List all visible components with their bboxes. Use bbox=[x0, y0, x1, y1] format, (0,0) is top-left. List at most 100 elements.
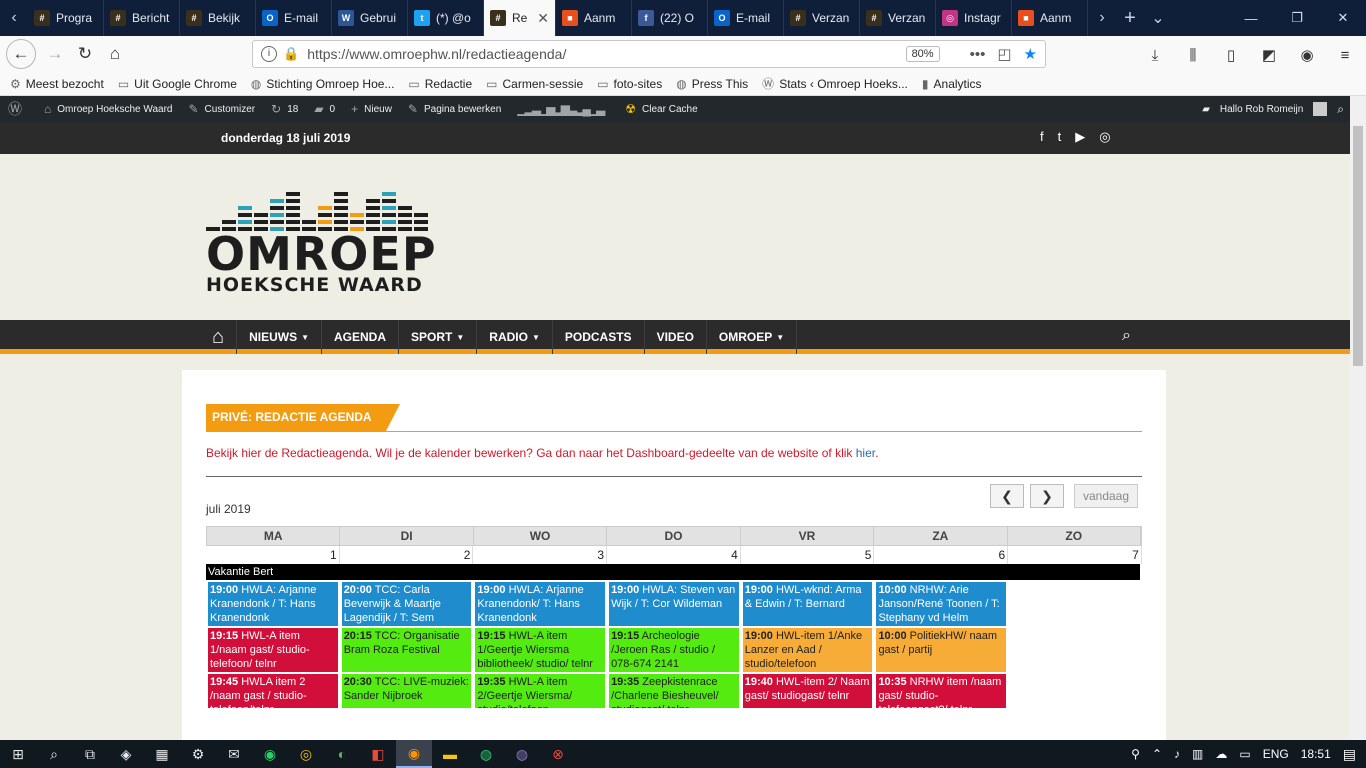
scrollbar-thumb[interactable] bbox=[1353, 126, 1363, 366]
task-view-icon[interactable]: ⧉ bbox=[72, 740, 108, 768]
clock[interactable]: 18:51 bbox=[1301, 747, 1331, 761]
calendar-event[interactable]: 20:30 TCC: LIVE-muziek: Sander Nijbroek bbox=[341, 674, 472, 708]
next-month-button[interactable]: ❯ bbox=[1030, 484, 1064, 508]
instagram-icon[interactable]: ◎ bbox=[1099, 129, 1110, 145]
file-explorer-icon[interactable]: ▬ bbox=[432, 740, 468, 768]
browser-tab[interactable]: # Progra bbox=[28, 0, 104, 36]
new-tab-icon[interactable]: + bbox=[1116, 0, 1144, 36]
app-purple-icon[interactable]: ◍ bbox=[504, 740, 540, 768]
calendar-event[interactable]: 10:00 PolitiekHW/ naam gast / partij bbox=[876, 628, 1007, 672]
bookmark-item[interactable]: ⚙ Meest bezocht bbox=[10, 77, 104, 91]
calendar-app-icon[interactable]: ▦ bbox=[144, 740, 180, 768]
forward-icon[interactable]: → bbox=[40, 39, 70, 69]
info-icon[interactable]: i bbox=[261, 46, 277, 62]
bookmark-item[interactable]: ▭ Carmen-sessie bbox=[486, 77, 583, 91]
nav-item-agenda[interactable]: AGENDA bbox=[322, 320, 400, 354]
calendar-event[interactable]: 19:00 HWLA: Steven van Wijk / T: Cor Wil… bbox=[609, 582, 739, 626]
app-red-icon[interactable]: ◧ bbox=[360, 740, 396, 768]
app-icon[interactable]: ◈ bbox=[108, 740, 144, 768]
wp-stats-sparkline-icon[interactable]: ▁▂▃▁▅▂▆▃▂▄▁▃ bbox=[517, 102, 609, 116]
wp-edit-page-link[interactable]: ✎ Pagina bewerken bbox=[408, 102, 501, 116]
wp-clear-cache-link[interactable]: ☢ Clear Cache bbox=[625, 102, 697, 116]
app-green-icon[interactable]: ◐ bbox=[324, 740, 360, 768]
nav-item-video[interactable]: VIDEO bbox=[645, 320, 707, 354]
nav-item-nieuws[interactable]: NIEUWS ▼ bbox=[237, 320, 323, 354]
calendar-event[interactable]: 19:00 HWL-item 1/Anke Lanzer en Aad / st… bbox=[742, 628, 873, 672]
notification-icon[interactable]: ▰ bbox=[1202, 104, 1210, 115]
wp-comments-link[interactable]: ▰ 0 bbox=[314, 102, 335, 116]
notifications-icon[interactable]: ▤ bbox=[1343, 746, 1356, 763]
calendar-event[interactable]: 19:00 HWLA: Arjanne Kranendonk / T: Hans… bbox=[208, 582, 338, 626]
minimize-icon[interactable]: — bbox=[1228, 0, 1274, 36]
bookmark-item[interactable]: ▭ Uit Google Chrome bbox=[118, 77, 237, 91]
bookmark-item[interactable]: Ⓦ Stats ‹ Omroep Hoeks... bbox=[762, 75, 908, 92]
nav-item-omroep[interactable]: OMROEP ▼ bbox=[707, 320, 798, 354]
calendar-event[interactable]: 20:15 TCC: Organisatie Bram Roza Festiva… bbox=[341, 628, 472, 672]
youtube-icon[interactable]: ▶ bbox=[1075, 129, 1085, 145]
calendar-event[interactable]: 19:40 HWL-item 2/ Naam gast/ studiogast/… bbox=[742, 674, 873, 708]
volume-icon[interactable]: ♪ bbox=[1174, 747, 1180, 761]
bookmark-star-icon[interactable]: ★ bbox=[1024, 45, 1037, 63]
bookmark-item[interactable]: ▮ Analytics bbox=[922, 77, 982, 91]
calendar-banner-event[interactable]: Vakantie Bert bbox=[206, 564, 1140, 580]
calendar-event[interactable]: 20:00 TCC: Carla Beverwijk & Maartje Lag… bbox=[341, 582, 472, 626]
downloads-icon[interactable]: ⤓ bbox=[1140, 40, 1170, 70]
wp-search-icon[interactable]: ⌕ bbox=[1337, 102, 1344, 117]
nav-item-podcasts[interactable]: PODCASTS bbox=[553, 320, 645, 354]
browser-tab[interactable]: O E-mail bbox=[708, 0, 784, 36]
url-text[interactable]: https://www.omroephw.nl/redactieagenda/ bbox=[307, 46, 566, 62]
day-number[interactable]: 2 bbox=[340, 546, 474, 564]
pocket-icon[interactable]: ◰ bbox=[997, 45, 1011, 63]
battery-icon[interactable]: ▭ bbox=[1239, 747, 1250, 761]
browser-tab[interactable]: ■ Aanm bbox=[1012, 0, 1088, 36]
browser-tab[interactable]: # Bekijk bbox=[180, 0, 256, 36]
windows-start-icon[interactable]: ⊞ bbox=[0, 740, 36, 768]
nav-home-icon[interactable]: ⌂ bbox=[200, 320, 238, 354]
calendar-event[interactable]: 19:15 Archeologie /Jeroen Ras / studio /… bbox=[609, 628, 739, 672]
bookmark-item[interactable]: ◍ Stichting Omroep Hoe... bbox=[251, 77, 395, 91]
wp-site-link[interactable]: ⌂ Omroep Hoeksche Waard bbox=[44, 102, 172, 116]
nav-item-sport[interactable]: SPORT ▼ bbox=[399, 320, 478, 354]
wp-greeting[interactable]: Hallo Rob Romeijn bbox=[1220, 104, 1303, 115]
site-logo[interactable]: OMROEP HOEKSCHE WAARD bbox=[206, 176, 446, 296]
search-icon[interactable]: ⌕ bbox=[36, 740, 72, 768]
bookmark-item[interactable]: ◍ Press This bbox=[676, 77, 748, 91]
page-scrollbar[interactable] bbox=[1350, 96, 1366, 740]
calendar-event[interactable]: 19:35 Zeepkistenrace /Charlene Biesheuve… bbox=[609, 674, 739, 708]
scroll-tabs-right-icon[interactable]: › bbox=[1088, 0, 1116, 36]
site-search-icon[interactable]: ⌕ bbox=[1122, 327, 1131, 345]
tab-list-dropdown-icon[interactable]: ⌄ bbox=[1144, 0, 1172, 36]
app-teal-icon[interactable]: ◍ bbox=[468, 740, 504, 768]
bookmark-item[interactable]: ▭ Redactie bbox=[408, 77, 472, 91]
wp-new-link[interactable]: + Nieuw bbox=[351, 102, 392, 116]
calendar-event[interactable]: 19:00 HWLA: Arjanne Kranendonk/ T: Hans … bbox=[475, 582, 606, 626]
browser-tab[interactable]: W Gebrui bbox=[332, 0, 408, 36]
page-actions-icon[interactable]: ••• bbox=[970, 46, 986, 63]
calendar-event[interactable]: 10:00 NRHW: Arie Janson/René Toonen / T:… bbox=[876, 582, 1007, 626]
wp-updates-link[interactable]: ↻ 18 bbox=[271, 102, 298, 116]
avatar[interactable] bbox=[1313, 102, 1328, 116]
firefox-icon[interactable]: ◉ bbox=[396, 740, 432, 768]
scroll-tabs-left-icon[interactable]: ‹ bbox=[0, 0, 28, 36]
account-icon[interactable]: ◉ bbox=[1292, 40, 1322, 70]
browser-tab[interactable]: t (*) @o bbox=[408, 0, 484, 36]
calendar-event[interactable]: 19:00 HWL-wknd: Arma & Edwin / T: Bernar… bbox=[742, 582, 873, 626]
lock-icon[interactable]: 🔒 bbox=[283, 46, 299, 62]
day-number[interactable]: 1 bbox=[206, 546, 340, 564]
calendar-event[interactable]: 19:45 HWLA item 2 /naam gast / studio-te… bbox=[208, 674, 338, 708]
people-icon[interactable]: ⚲ bbox=[1131, 747, 1140, 761]
back-icon[interactable]: ← bbox=[6, 39, 36, 69]
extension-icon[interactable]: ◩ bbox=[1254, 40, 1284, 70]
tray-expand-icon[interactable]: ⌃ bbox=[1152, 747, 1162, 761]
bookmark-item[interactable]: ▭ foto-sites bbox=[597, 77, 662, 91]
library-icon[interactable]: ⫼ bbox=[1178, 40, 1208, 70]
network-icon[interactable]: ▥ bbox=[1192, 747, 1203, 761]
browser-tab[interactable]: f (22) O bbox=[632, 0, 708, 36]
wp-logo-icon[interactable]: Ⓦ bbox=[8, 99, 28, 119]
calendar-event[interactable]: 19:35 HWL-A item 2/Geertje Wiersma/ stud… bbox=[475, 674, 606, 708]
app-red-circle-icon[interactable]: ⊗ bbox=[540, 740, 576, 768]
home-icon[interactable]: ⌂ bbox=[100, 39, 130, 69]
address-bar[interactable]: i 🔒 https://www.omroephw.nl/redactieagen… bbox=[252, 40, 1046, 68]
day-number[interactable]: 7 bbox=[1008, 546, 1142, 564]
day-number[interactable]: 3 bbox=[473, 546, 608, 564]
